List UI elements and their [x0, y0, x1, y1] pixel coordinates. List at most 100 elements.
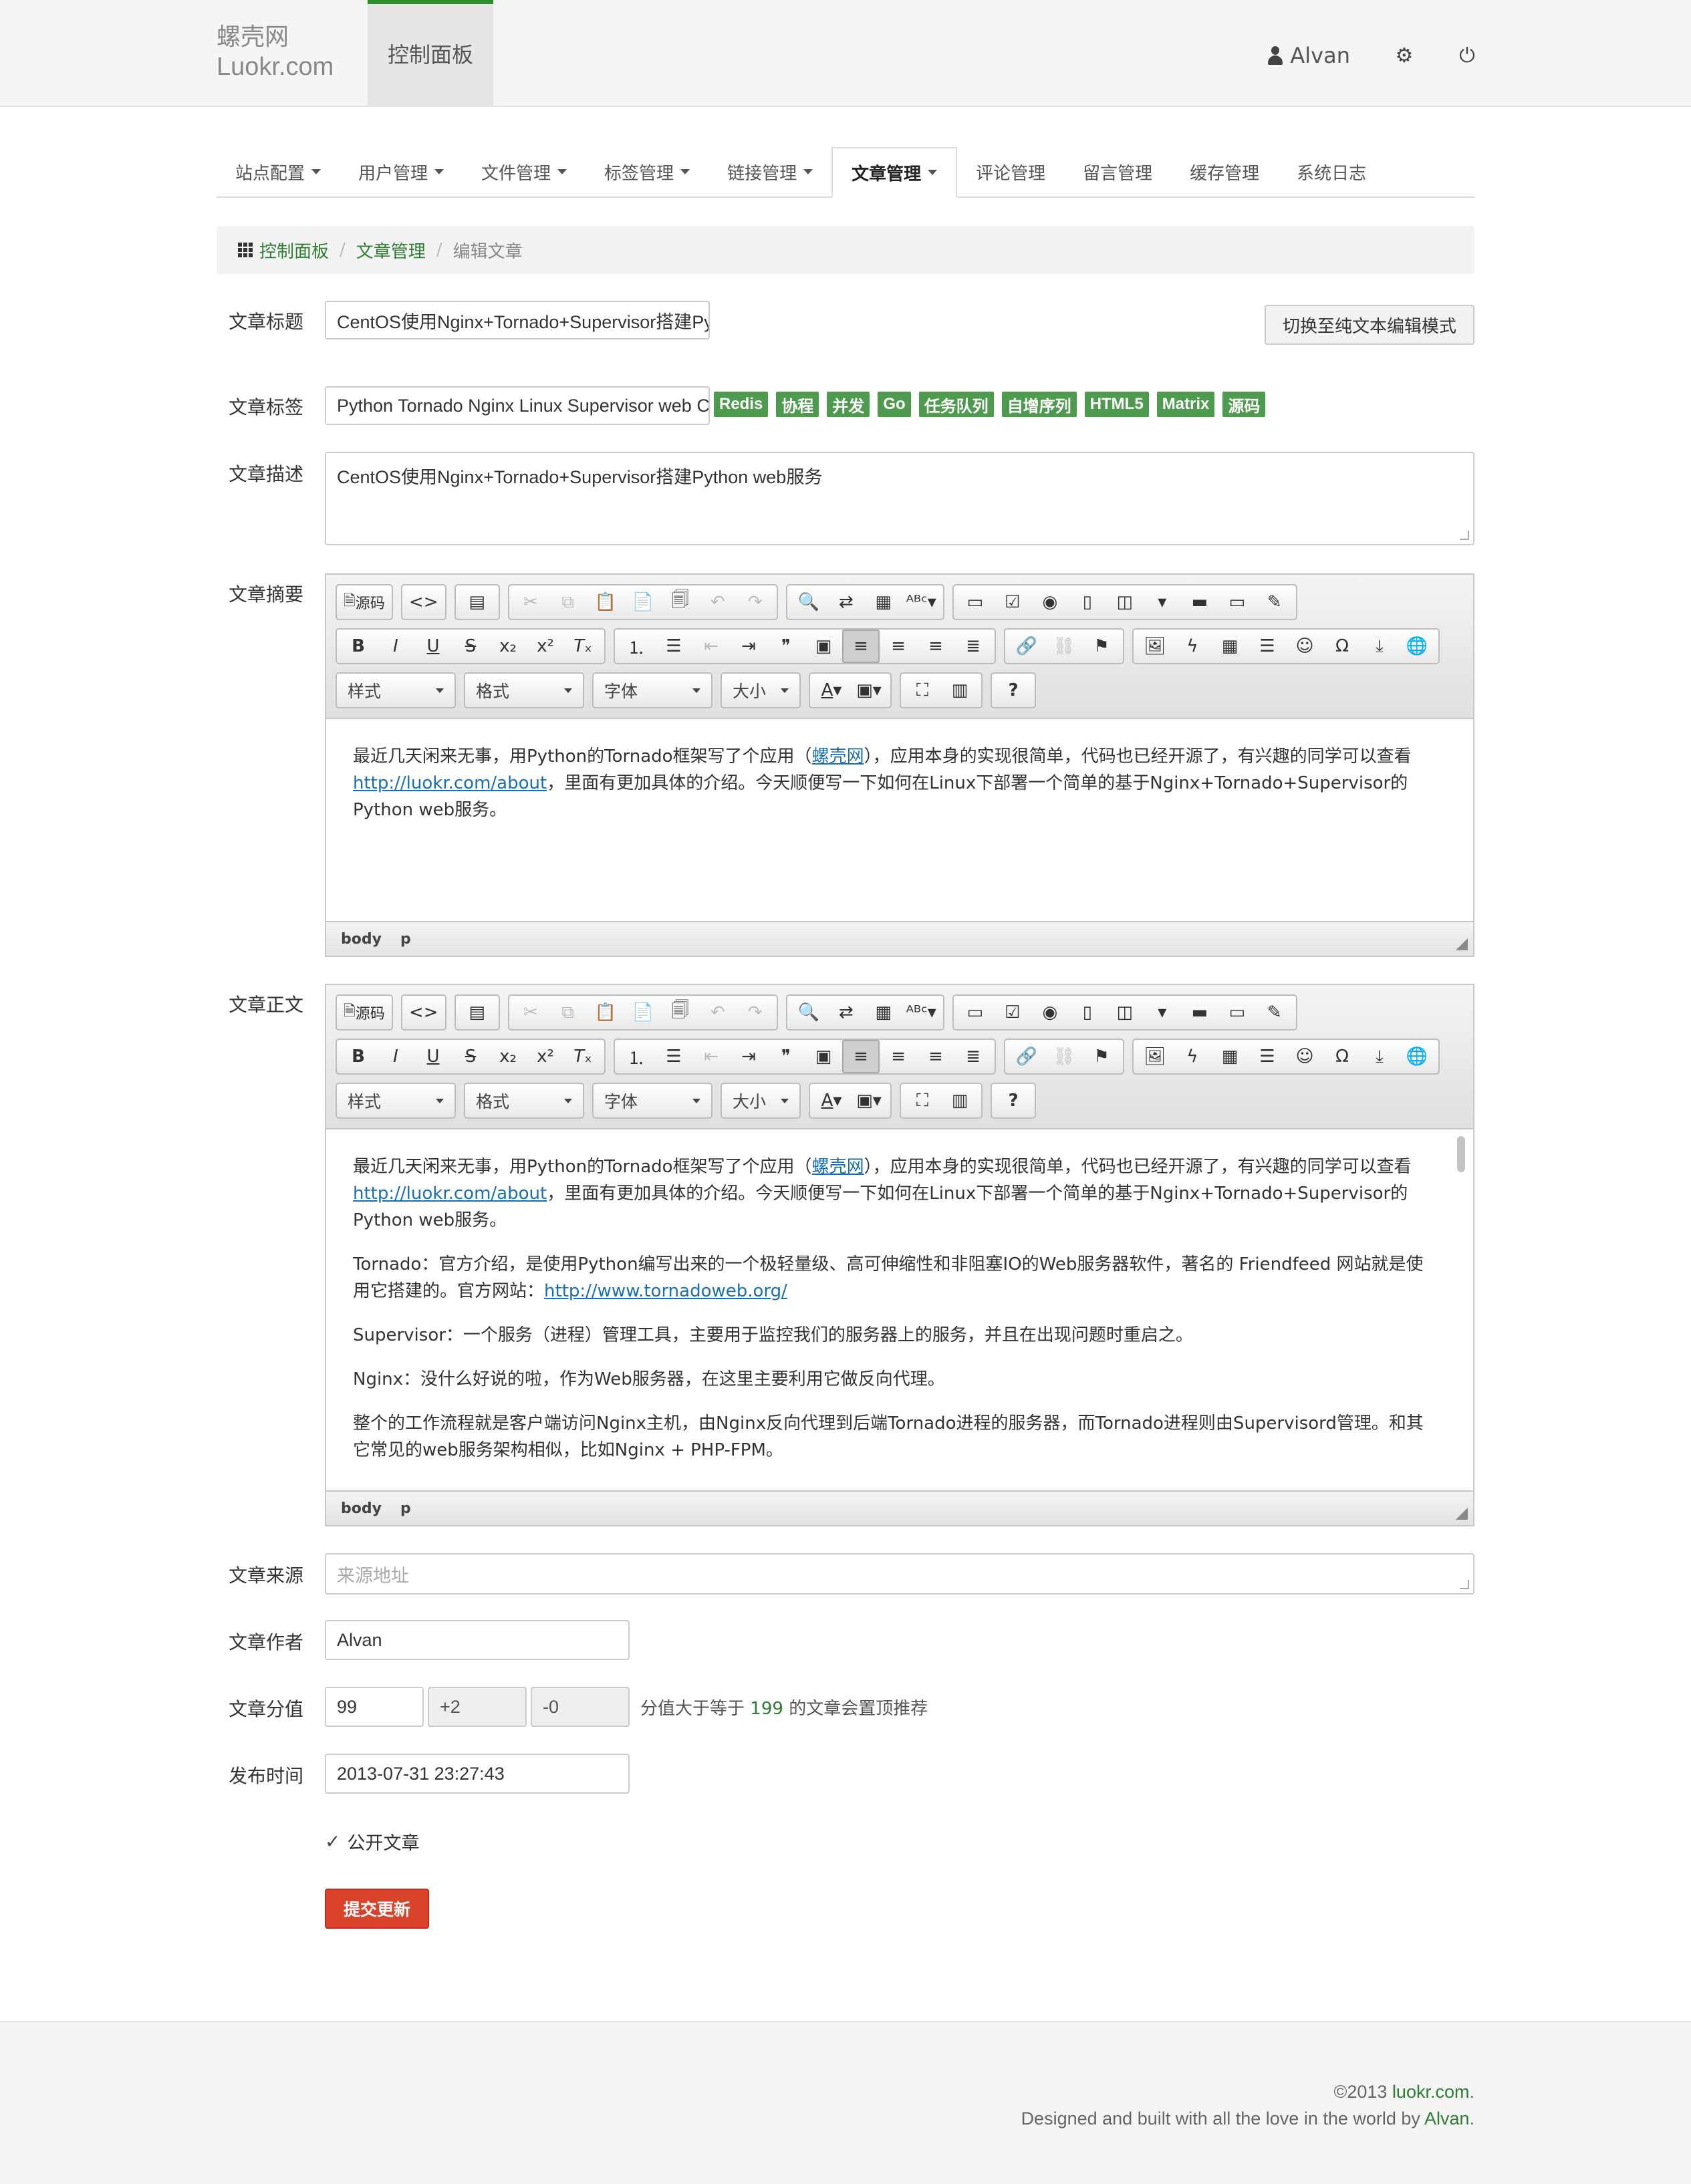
tag-suggestion[interactable]: 并发: [827, 392, 870, 417]
align-right-icon[interactable]: ≡: [917, 630, 954, 663]
help-icon[interactable]: ?: [995, 1084, 1032, 1117]
tab-item[interactable]: 系统日志: [1278, 147, 1385, 196]
style-combo[interactable]: 样式: [336, 672, 456, 708]
body-editor-content[interactable]: 最近几天闲来无事，用Python的Tornado框架写了个应用（螺壳网），应用本…: [326, 1129, 1473, 1490]
tag-suggestion[interactable]: HTML5: [1084, 392, 1149, 417]
tag-suggestion[interactable]: 自增序列: [1001, 392, 1077, 417]
about-link[interactable]: http://luokr.com/about: [353, 1184, 547, 1204]
align-center-icon[interactable]: ≡: [880, 630, 917, 663]
show-blocks-icon[interactable]: ▥: [941, 1084, 979, 1117]
pagebreak-icon[interactable]: ⤓: [1361, 1040, 1398, 1073]
italic-icon[interactable]: I: [377, 630, 414, 663]
hr-icon[interactable]: ☰: [1249, 1040, 1286, 1073]
code-icon[interactable]: <>: [405, 585, 442, 619]
checkbox-icon[interactable]: ☑: [994, 996, 1031, 1029]
tab-item[interactable]: 链接管理: [708, 147, 831, 196]
anchor-icon[interactable]: ⚑: [1083, 1040, 1120, 1073]
text-color-icon[interactable]: A ▾: [813, 1084, 850, 1117]
tab-item[interactable]: 用户管理: [340, 147, 463, 196]
gear-icon[interactable]: ⚙: [1394, 44, 1414, 67]
align-left-icon[interactable]: ≡: [842, 1040, 880, 1073]
submit-button[interactable]: 提交更新: [325, 1889, 429, 1929]
breadcrumb-home[interactable]: 控制面板: [259, 238, 329, 263]
tab-item[interactable]: 站点配置: [217, 147, 340, 196]
bg-color-icon[interactable]: ▣▾: [850, 674, 888, 707]
tab-item[interactable]: 留言管理: [1064, 147, 1171, 196]
div-icon[interactable]: ▣: [805, 630, 842, 663]
switch-editor-mode-button[interactable]: 切换至纯文本编辑模式: [1265, 305, 1474, 345]
unlink-icon[interactable]: ⛓: [1045, 1040, 1083, 1073]
redo-icon[interactable]: ↷: [737, 996, 774, 1029]
div-icon[interactable]: ▣: [805, 1040, 842, 1073]
unlink-icon[interactable]: ⛓: [1045, 630, 1083, 663]
radio-icon[interactable]: ◉: [1031, 585, 1069, 619]
author-input[interactable]: Alvan: [325, 1620, 630, 1660]
image-icon[interactable]: 🖼: [1136, 630, 1174, 663]
blockquote-icon[interactable]: ❞: [767, 1040, 805, 1073]
radio-icon[interactable]: ◉: [1031, 996, 1069, 1029]
link-icon[interactable]: 🔗: [1008, 630, 1045, 663]
spellcheck-icon[interactable]: ᴬᴮᶜ▾: [902, 585, 940, 619]
image-button-icon[interactable]: ▭: [1218, 996, 1256, 1029]
smiley-icon[interactable]: ☺: [1286, 630, 1323, 663]
remove-format-icon[interactable]: Tₓ: [564, 630, 602, 663]
tags-input[interactable]: Python Tornado Nginx Linux Supervisor we…: [325, 386, 710, 425]
source-input[interactable]: 来源地址: [325, 1553, 1474, 1595]
style-combo[interactable]: 样式: [336, 1083, 456, 1119]
copy-icon[interactable]: ⧉: [549, 585, 587, 619]
path-body[interactable]: body: [341, 931, 382, 948]
superscript-icon[interactable]: x²: [527, 1040, 564, 1073]
bg-color-icon[interactable]: ▣▾: [850, 1084, 888, 1117]
textfield-icon[interactable]: ▯: [1069, 585, 1106, 619]
publish-time-input[interactable]: 2013-07-31 23:27:43: [325, 1754, 630, 1794]
select-icon[interactable]: ▾: [1144, 585, 1181, 619]
tag-suggestion[interactable]: 任务队列: [918, 392, 994, 417]
tag-suggestion[interactable]: Redis: [714, 392, 769, 417]
tab-item[interactable]: 缓存管理: [1171, 147, 1278, 196]
new-page-icon[interactable]: ▤: [459, 585, 496, 619]
hr-icon[interactable]: ☰: [1249, 630, 1286, 663]
strike-icon[interactable]: S: [452, 630, 489, 663]
remove-format-icon[interactable]: Tₓ: [564, 1040, 602, 1073]
summary-editor-content[interactable]: 最近几天闲来无事，用Python的Tornado框架写了个应用（螺壳网），应用本…: [326, 719, 1473, 921]
site-link[interactable]: 螺壳网: [812, 746, 864, 767]
checkbox-icon[interactable]: ☑: [994, 585, 1031, 619]
table-icon[interactable]: ▦: [1211, 630, 1249, 663]
tab-item[interactable]: 标签管理: [586, 147, 708, 196]
resize-handle[interactable]: [1456, 938, 1468, 950]
anchor-icon[interactable]: ⚑: [1083, 630, 1120, 663]
iframe-icon[interactable]: 🌐: [1398, 1040, 1436, 1073]
bulleted-list-icon[interactable]: ☰: [655, 1040, 692, 1073]
subscript-icon[interactable]: x₂: [489, 1040, 527, 1073]
redo-icon[interactable]: ↷: [737, 585, 774, 619]
outdent-icon[interactable]: ⇤: [692, 1040, 730, 1073]
bulleted-list-icon[interactable]: ☰: [655, 630, 692, 663]
link-icon[interactable]: 🔗: [1008, 1040, 1045, 1073]
textfield-icon[interactable]: ▯: [1069, 996, 1106, 1029]
source-button[interactable]: 🗎 源码: [340, 996, 389, 1029]
italic-icon[interactable]: I: [377, 1040, 414, 1073]
select-all-icon[interactable]: ▦: [865, 996, 902, 1029]
align-center-icon[interactable]: ≡: [880, 1040, 917, 1073]
font-combo[interactable]: 字体: [592, 1083, 712, 1119]
checkmark-icon[interactable]: ✓: [325, 1830, 340, 1853]
nav-dashboard[interactable]: 控制面板: [368, 0, 493, 107]
power-icon[interactable]: ⏻: [1457, 44, 1477, 67]
resize-handle[interactable]: [1460, 1580, 1469, 1589]
flash-icon[interactable]: ϟ: [1174, 630, 1211, 663]
bold-icon[interactable]: B: [340, 630, 377, 663]
source-button[interactable]: 🗎 源码: [340, 585, 389, 619]
find-icon[interactable]: 🔍: [790, 585, 827, 619]
justify-icon[interactable]: ≣: [954, 630, 992, 663]
user-link[interactable]: Alvan: [1267, 43, 1350, 68]
text-color-icon[interactable]: A ▾: [813, 674, 850, 707]
path-body[interactable]: body: [341, 1500, 382, 1517]
maximize-icon[interactable]: ⛶: [904, 674, 941, 707]
indent-icon[interactable]: ⇥: [730, 630, 767, 663]
help-icon[interactable]: ?: [995, 674, 1032, 707]
code-icon[interactable]: <>: [405, 996, 442, 1029]
about-link[interactable]: http://luokr.com/about: [353, 773, 547, 793]
pagebreak-icon[interactable]: ⤓: [1361, 630, 1398, 663]
scrollbar[interactable]: [1457, 1136, 1465, 1172]
select-all-icon[interactable]: ▦: [865, 585, 902, 619]
